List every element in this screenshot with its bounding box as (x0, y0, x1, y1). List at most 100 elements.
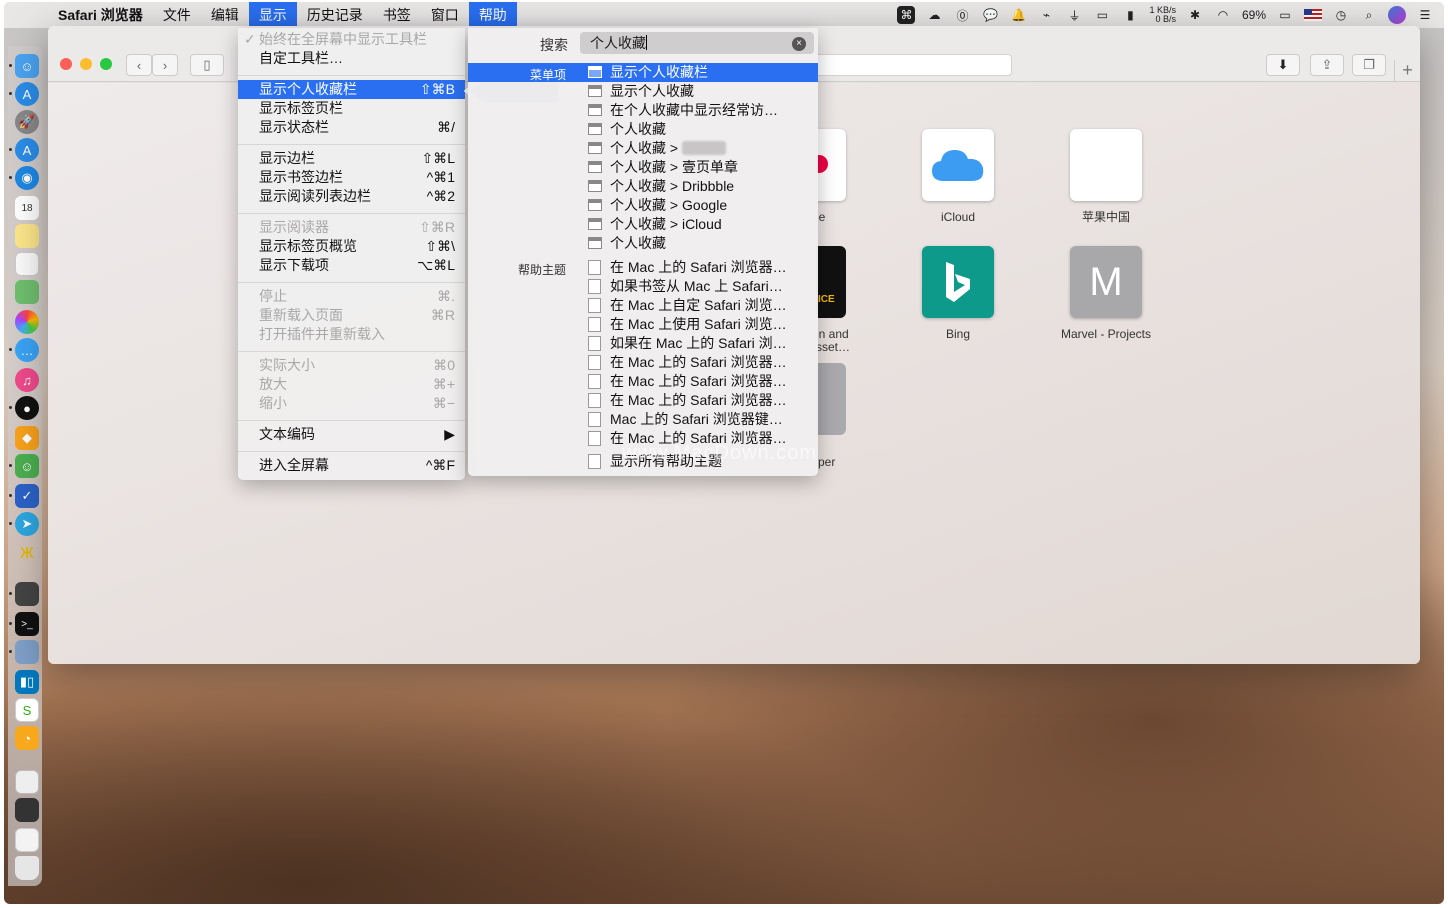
qq-icon[interactable]: 🔔 (1009, 6, 1027, 24)
address-bar[interactable] (808, 54, 1012, 76)
stats-icon[interactable]: ▮ (1121, 6, 1139, 24)
tasks-icon[interactable]: ✓ (15, 484, 39, 508)
menu-item-show-favorites-bar[interactable]: 显示个人收藏栏 ⇧⌘B (238, 80, 465, 99)
wifi-icon[interactable]: ◠ (1214, 6, 1232, 24)
calendar-icon[interactable]: 18 (15, 196, 39, 220)
menu-result[interactable]: 个人收藏 > Dribbble (586, 177, 818, 196)
sketch-icon[interactable]: ◆ (15, 426, 39, 450)
menu-history[interactable]: 历史记录 (297, 2, 373, 28)
menu-file[interactable]: 文件 (153, 2, 201, 28)
help-topic-result[interactable]: 在 Mac 上的 Safari 浏览器… (586, 258, 818, 277)
telegram-icon[interactable]: ➤ (15, 512, 39, 536)
zoom-window-button[interactable] (100, 58, 112, 70)
appstore-icon[interactable]: A (15, 82, 39, 106)
new-tab-button[interactable]: + (1394, 60, 1420, 82)
google-tile[interactable] (816, 129, 846, 201)
wechat-dock-icon[interactable]: ☺ (15, 454, 39, 478)
qq-dock-icon[interactable]: ● (15, 396, 39, 420)
terminal-icon[interactable]: >_ (15, 612, 39, 636)
sidebar-toggle-button[interactable]: ▯ (190, 54, 224, 76)
menu-item-show-reading-list-sidebar[interactable]: 显示阅读列表边栏 ^⌘2 (238, 187, 465, 206)
help-topic-result[interactable]: 在 Mac 上的 Safari 浏览器… (586, 372, 818, 391)
textedit-icon[interactable] (15, 252, 39, 276)
menu-bookmarks[interactable]: 书签 (373, 2, 421, 28)
menu-result[interactable]: 个人收藏 > Google (586, 196, 818, 215)
menu-result[interactable]: 显示个人收藏栏 (586, 63, 818, 82)
photos-icon[interactable] (15, 310, 39, 334)
notes-icon[interactable] (15, 224, 39, 248)
menu-item-show-tab-bar[interactable]: 显示标签页栏 (238, 99, 465, 118)
finder-icon[interactable]: ☺ (15, 54, 39, 78)
xcode-icon[interactable]: A (15, 138, 39, 162)
trash-icon[interactable] (15, 856, 39, 880)
menu-result[interactable]: 在个人收藏中显示经常访… (586, 101, 818, 120)
menu-item-show-tab-overview[interactable]: 显示标签页概览 ⇧⌘\ (238, 237, 465, 256)
battery-icon[interactable]: ▭ (1276, 6, 1294, 24)
menu-result[interactable]: 个人收藏 > iCloud (586, 215, 818, 234)
menu-help[interactable]: 帮助 (468, 2, 517, 28)
help-topic-result[interactable]: 在 Mac 上自定 Safari 浏览… (586, 296, 818, 315)
menu-result[interactable]: 显示个人收藏 (586, 82, 818, 101)
usb-icon[interactable]: ⏚ (1065, 6, 1083, 24)
spotlight-search-icon[interactable]: ⌕ (1360, 6, 1378, 24)
menu-result[interactable]: 个人收藏 (586, 120, 818, 139)
minimize-window-button[interactable] (80, 58, 92, 70)
disk-icon[interactable]: ▭ (1093, 6, 1111, 24)
menu-result[interactable]: 个人收藏 (586, 234, 818, 253)
notification-center-icon[interactable]: ☰ (1416, 6, 1434, 24)
cloud-sync-icon[interactable]: ☁ (925, 6, 943, 24)
wechat-icon[interactable]: 💬 (981, 6, 999, 24)
siri-icon[interactable] (1388, 6, 1406, 24)
help-search-input[interactable]: 个人收藏 × (580, 32, 814, 54)
menu-edit[interactable]: 编辑 (201, 2, 249, 28)
document-icon[interactable] (15, 770, 39, 794)
help-topic-result[interactable]: 在 Mac 上的 Safari 浏览器… (586, 353, 818, 372)
trello-icon[interactable]: ▮▯ (15, 670, 39, 694)
close-window-button[interactable] (60, 58, 72, 70)
menu-item-show-sidebar[interactable]: 显示边栏 ⇧⌘L (238, 149, 465, 168)
menu-item-customize-toolbar[interactable]: 自定工具栏… (238, 49, 465, 68)
clear-search-icon[interactable]: × (792, 37, 806, 51)
menu-item-show-bookmarks-sidebar[interactable]: 显示书签边栏 ^⌘1 (238, 168, 465, 187)
partial-tile[interactable] (816, 363, 846, 435)
command-icon[interactable]: ⌘ (897, 6, 916, 24)
clock-icon[interactable]: ◷ (1332, 6, 1350, 24)
us-flag-icon[interactable] (1304, 9, 1322, 21)
favorite-bing[interactable]: Bing (888, 246, 1028, 341)
disk-utility-icon[interactable] (15, 640, 39, 664)
maps-icon[interactable] (15, 280, 39, 304)
downloads-button[interactable]: ⬇ (1266, 54, 1300, 76)
help-topic-result[interactable]: 在 Mac 上的 Safari 浏览器… (586, 391, 818, 410)
menu-window[interactable]: 窗口 (421, 2, 469, 28)
network-speed[interactable]: 1 KB/s 0 B/s (1149, 6, 1176, 24)
safari-icon[interactable]: ◉ (15, 166, 39, 190)
back-button[interactable]: ‹ (126, 54, 152, 76)
favorite-marvel[interactable]: M Marvel - Projects (1036, 246, 1176, 341)
growl-icon[interactable]: ◔ (15, 726, 39, 750)
favorite-apple-china[interactable]: 苹果中国 (1036, 129, 1176, 224)
itunes-icon[interactable]: ♫ (15, 368, 39, 392)
tes-butterfly-icon[interactable]: ж (15, 540, 39, 564)
menu-item-show-status-bar[interactable]: 显示状态栏 ⌘/ (238, 118, 465, 137)
help-topic-result[interactable]: 如果书签从 Mac 上 Safari… (586, 277, 818, 296)
onepassword-icon[interactable]: ⓪ (953, 6, 971, 24)
menu-item-show-downloads[interactable]: 显示下载项 ⌥⌘L (238, 256, 465, 275)
archive-icon[interactable] (15, 798, 39, 822)
menu-item-enter-fullscreen[interactable]: 进入全屏幕 ^⌘F (238, 456, 465, 475)
menu-result[interactable]: 个人收藏 > 壹页单章 (586, 158, 818, 177)
help-topic-result[interactable]: 在 Mac 上使用 Safari 浏览… (586, 315, 818, 334)
help-topic-result[interactable]: 如果在 Mac 上的 Safari 浏… (586, 334, 818, 353)
menu-view[interactable]: 显示 (248, 2, 297, 28)
slack-icon[interactable]: S (15, 698, 39, 722)
share-button[interactable]: ⇪ (1310, 54, 1344, 76)
menu-app-safari[interactable]: Safari 浏览器 (48, 2, 153, 28)
menu-result[interactable]: 个人收藏 > (586, 139, 818, 158)
battery-percent[interactable]: 69% (1242, 8, 1266, 22)
bluetooth-icon[interactable]: ✱ (1186, 6, 1204, 24)
help-topic-result[interactable]: Mac 上的 Safari 浏览器键… (586, 410, 818, 429)
screenshot-icon[interactable] (15, 582, 39, 606)
airdrop-icon[interactable]: ⌁ (1037, 6, 1055, 24)
binance-tile[interactable]: ICE (816, 246, 846, 318)
menu-item-text-encoding[interactable]: 文本编码 ▶ (238, 425, 465, 444)
launchpad-icon[interactable]: 🚀 (15, 110, 39, 134)
